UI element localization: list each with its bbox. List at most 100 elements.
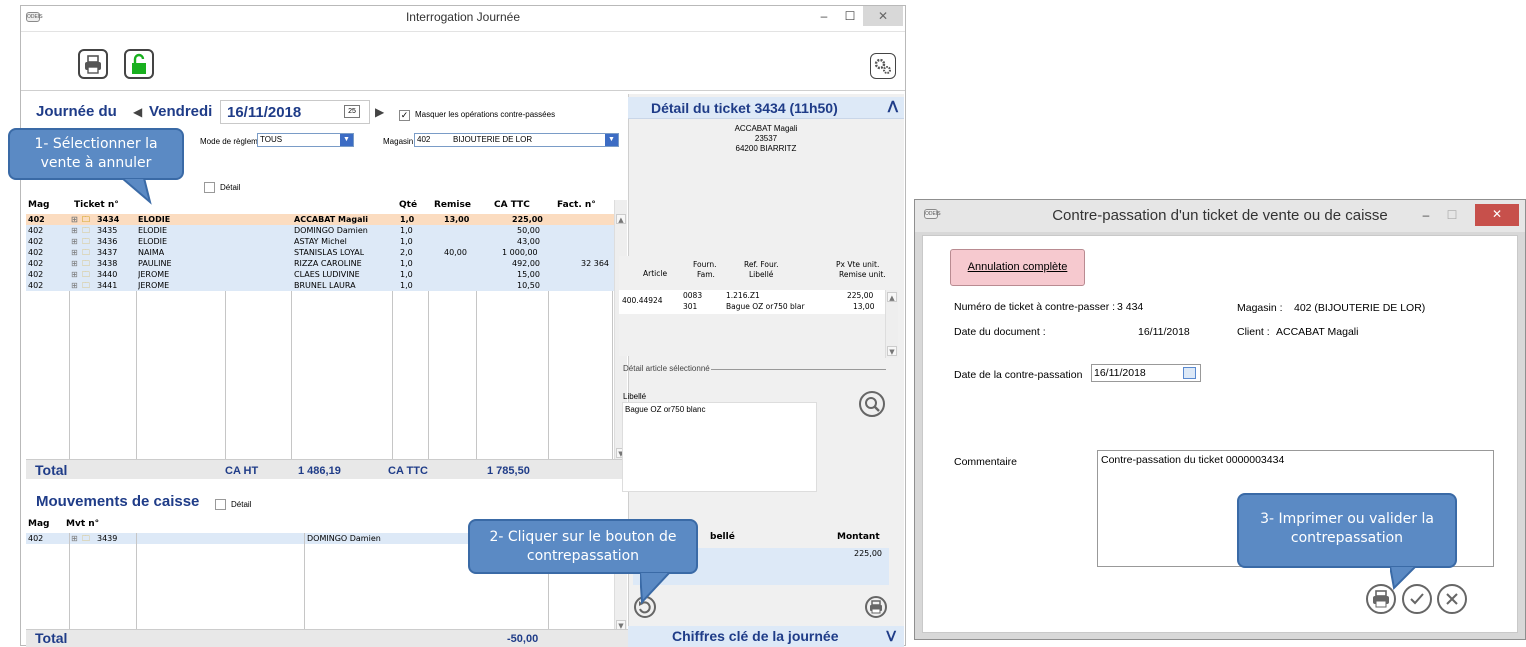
expand-icon[interactable]: ⊞ (71, 236, 78, 247)
date-box[interactable]: 16/11/2018 25 (220, 100, 370, 124)
expand-icon[interactable]: ᐯ (886, 626, 896, 647)
print-detail-button[interactable] (865, 596, 887, 618)
print-button[interactable] (78, 49, 108, 79)
magnifier-icon (865, 397, 880, 412)
callout-1-pointer (120, 178, 152, 205)
dialog-close-button[interactable]: ✕ (1475, 204, 1519, 226)
collapse-icon[interactable]: ᐱ (888, 97, 898, 119)
col-pay-montant[interactable]: Montant (837, 532, 880, 542)
ticket-row[interactable]: 402 ⊞ 🗀 3437 NAIMA STANISLAS LOYAL 2,0 4… (26, 247, 614, 258)
cell-client: BRUNEL LAURA (294, 281, 356, 290)
expand-icon[interactable]: ⊞ (71, 247, 78, 258)
cell-client: CLAES LUDIVINE (294, 270, 360, 279)
libelle-value: Bague OZ or750 blanc (625, 405, 706, 414)
cell-mag: 402 (28, 259, 44, 268)
num-ticket-label: Numéro de ticket à contre-passer : (954, 301, 1116, 313)
cell-mag: 402 (28, 237, 44, 246)
libelle-textarea[interactable]: Bague OZ or750 blanc (622, 402, 817, 492)
col-cattc[interactable]: CA TTC (494, 200, 530, 211)
col-fourn[interactable]: Fourn. (693, 260, 716, 269)
mvt-detail-checkbox[interactable] (215, 499, 226, 510)
col-pxvte[interactable]: Px Vte unit. (836, 260, 879, 269)
ticket-row[interactable]: 402 ⊞ 🗀 3434 ELODIE ACCABAT Magali 1,0 1… (26, 214, 614, 225)
dialog-maximize-button[interactable]: ☐ (1439, 205, 1465, 227)
expand-icon[interactable]: ⊞ (71, 280, 78, 291)
maximize-button[interactable]: ☐ (837, 6, 863, 28)
article-fam: 301 (683, 302, 698, 311)
date-cp-input[interactable]: 16/11/2018 (1091, 364, 1201, 382)
calendar-icon[interactable] (1183, 367, 1196, 379)
article-libelle: Bague OZ or750 blar (726, 302, 805, 311)
detail-ticket-title[interactable]: Détail du ticket 3434 (11h50) ᐱ (628, 97, 904, 119)
cell-client: RIZZA CAROLINE (294, 259, 362, 268)
article-scrollbar[interactable]: ▲ ▼ (885, 290, 898, 358)
date-cp-value: 16/11/2018 (1094, 367, 1146, 379)
article-px: 225,00 (847, 291, 874, 300)
expand-icon[interactable]: ⊞ (71, 225, 78, 236)
col-qte[interactable]: Qté (399, 200, 417, 211)
ticket-row[interactable]: 402 ⊞ 🗀 3436 ELODIE ASTAY Michel 1,0 43,… (26, 236, 614, 247)
col-libelle[interactable]: Libellé (749, 270, 773, 279)
cell-remise: 40,00 (444, 248, 467, 257)
close-button[interactable]: ✕ (863, 6, 903, 26)
col-mvt-mag[interactable]: Mag (28, 519, 49, 530)
ticket-row[interactable]: 402 ⊞ 🗀 3440 JEROME CLAES LUDIVINE 1,0 1… (26, 269, 614, 280)
detail-article-label: Détail article sélectionné (623, 364, 710, 373)
ticket-row[interactable]: 402 ⊞ 🗀 3438 PAULINE RIZZA CAROLINE 1,0 … (26, 258, 614, 269)
dialog-minimize-button[interactable]: – (1413, 205, 1439, 227)
cell-ticket: 3441 (97, 281, 118, 290)
ticket-row[interactable]: 402 ⊞ 🗀 3435 ELODIE DOMINGO Damien 1,0 5… (26, 225, 614, 236)
chevron-down-icon: ▼ (605, 134, 618, 146)
col-fam[interactable]: Fam. (697, 270, 715, 279)
annulation-complete-button[interactable]: Annulation complète (950, 249, 1085, 286)
col-fact[interactable]: Fact. n° (557, 200, 596, 211)
folder-icon: 🗀 (82, 237, 90, 246)
dialog-window: ODEIS Contre-passation d'un ticket de ve… (914, 199, 1526, 640)
commentaire-value: Contre-passation du ticket 0000003434 (1101, 454, 1285, 466)
article-row[interactable]: 400.44924 0083 301 1.216.Z1 Bague OZ or7… (619, 290, 885, 314)
expand-icon[interactable]: ⊞ (71, 533, 78, 544)
unlock-button[interactable] (124, 49, 154, 79)
next-day-button[interactable]: ▶ (375, 105, 384, 119)
cell-ticket: 3437 (97, 248, 118, 257)
cell-cattc: 225,00 (512, 215, 543, 224)
col-ref[interactable]: Ref. Four. (744, 260, 779, 269)
expand-icon[interactable]: ⊞ (71, 214, 78, 225)
cell-ticket: 3438 (97, 259, 118, 268)
date-doc-label: Date du document : (954, 326, 1046, 338)
client-num: 23537 (754, 134, 778, 143)
printer-icon (85, 55, 101, 74)
calendar-icon[interactable]: 25 (344, 105, 360, 118)
scroll-down-icon[interactable]: ▼ (887, 346, 897, 356)
masquer-checkbox[interactable]: ✓ (399, 110, 410, 121)
col-pay-libelle[interactable]: bellé (710, 532, 735, 542)
cell-vendeur: ELODIE (138, 215, 171, 224)
magasin-select[interactable]: 402 BIJOUTERIE DE LOR ▼ (414, 133, 619, 147)
cell-qte: 1,0 (400, 237, 413, 246)
col-remise-unit[interactable]: Remise unit. (839, 270, 886, 279)
col-mvt-num[interactable]: Mvt n° (66, 519, 99, 530)
cell-vendeur: NAIMA (138, 248, 165, 257)
prev-day-button[interactable]: ◀ (133, 105, 142, 119)
cell-ticket: 3434 (97, 215, 120, 224)
search-article-button[interactable] (859, 391, 885, 417)
dialog-title: Contre-passation d'un ticket de vente ou… (1052, 207, 1388, 224)
scroll-up-icon[interactable]: ▲ (616, 214, 626, 224)
minimize-button[interactable]: – (811, 6, 837, 28)
col-remise[interactable]: Remise (434, 200, 471, 211)
cancel-button[interactable] (1437, 584, 1467, 614)
mode-select[interactable]: TOUS ▼ (257, 133, 354, 147)
cell-cattc: 43,00 (517, 237, 540, 246)
date-value: 16/11/2018 (227, 104, 302, 121)
expand-icon[interactable]: ⊞ (71, 258, 78, 269)
magasin-name: BIJOUTERIE DE LOR (453, 135, 533, 144)
expand-icon[interactable]: ⊞ (71, 269, 78, 280)
col-ticket[interactable]: Ticket n° (74, 200, 119, 211)
settings-button[interactable] (870, 53, 896, 79)
scroll-up-icon[interactable]: ▲ (887, 292, 897, 302)
detail-checkbox[interactable] (204, 182, 215, 193)
ticket-row[interactable]: 402 ⊞ 🗀 3441 JEROME BRUNEL LAURA 1,0 10,… (26, 280, 614, 291)
chiffres-cle-bar[interactable]: Chiffres clé de la journée ᐯ (628, 626, 904, 647)
col-mag[interactable]: Mag (28, 200, 49, 211)
col-article[interactable]: Article (643, 269, 667, 278)
